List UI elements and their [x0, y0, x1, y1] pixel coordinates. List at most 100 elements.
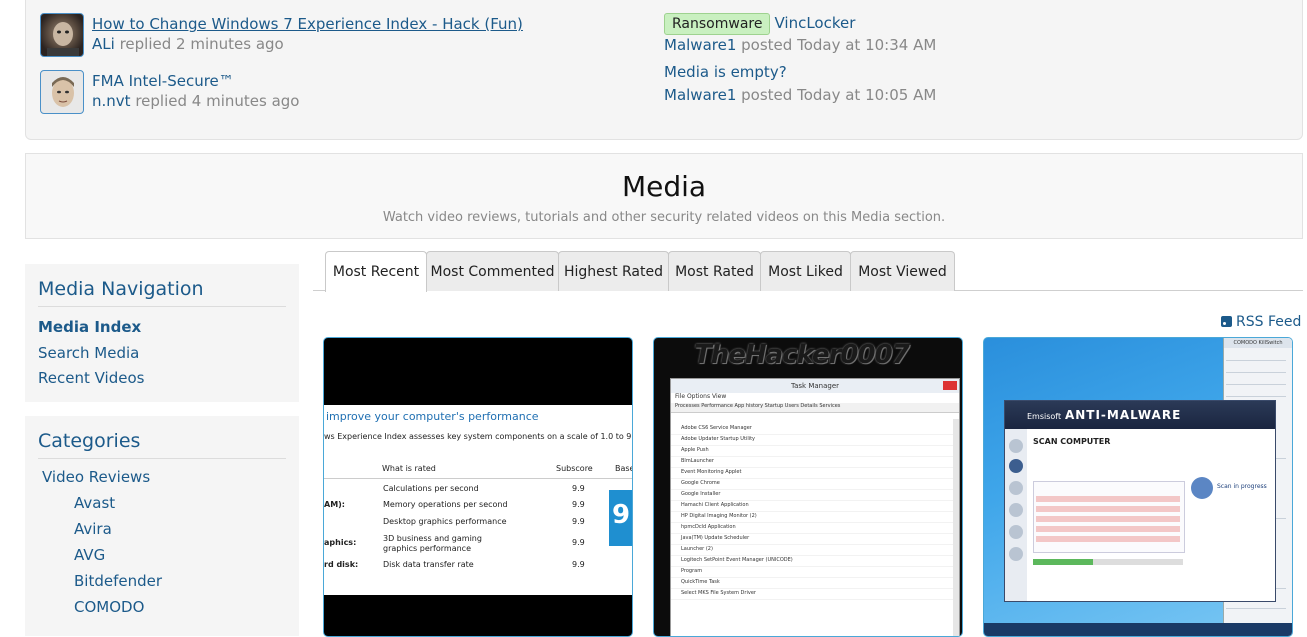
window-menubar: File Options View [675, 393, 727, 400]
window-tabs: Processes Performance App history Startu… [671, 403, 959, 413]
thumb-row-score: 9.9 [572, 517, 585, 526]
categories-list: Video Reviews Avast Avira AVG Bitdefende… [38, 464, 299, 620]
brand-label: Emsisoft [1027, 412, 1062, 421]
category-video-reviews[interactable]: Video Reviews [38, 464, 299, 490]
tab-most-liked[interactable]: Most Liked [760, 251, 851, 291]
category-avg[interactable]: AVG [38, 542, 299, 568]
thread-meta: n.nvt replied 4 minutes ago [92, 92, 300, 110]
thumb-row-score: 9.9 [572, 538, 585, 547]
product-label: ANTI-MALWARE [1064, 408, 1182, 422]
category-comodo[interactable]: COMODO [38, 594, 299, 620]
category-avast[interactable]: Avast [38, 490, 299, 516]
media-navigation-heading: Media Navigation [38, 264, 286, 307]
thread-title-link[interactable]: FMA Intel-Secure™ [92, 72, 234, 90]
scrollbar [953, 419, 959, 636]
thumb-row-rated: Desktop graphics performance [383, 517, 507, 526]
rss-feed-label: RSS Feed [1236, 314, 1302, 330]
side-navigation [1005, 429, 1027, 601]
media-navigation-list: Media Index Search Media Recent Videos [38, 315, 299, 392]
list-item-label: QuickTime Task [681, 579, 720, 585]
close-icon [943, 381, 957, 390]
thread-action: posted [741, 36, 793, 54]
list-item-label: BlmLauncher [681, 458, 714, 464]
task-manager-window: Task Manager File Options View Processes… [670, 378, 960, 636]
thumb-row-score: 9.9 [572, 560, 585, 569]
thumb-row-score: 9.9 [572, 484, 585, 493]
thread-action: replied [119, 35, 172, 53]
window-titlebar: Task Manager [671, 379, 959, 393]
list-item-label: Select MKS File System Driver [681, 590, 756, 596]
list-item-label: HP Digital Imaging Monitor (2) [681, 513, 757, 519]
tab-most-commented[interactable]: Most Commented [426, 251, 559, 291]
list-item-label: hpmcDcld Application [681, 524, 736, 530]
recent-post-item: Media is empty? Malware1 posted Today at… [664, 63, 1164, 107]
thread-user-link[interactable]: ALi [92, 35, 115, 53]
video-thumbnail[interactable]: TheHacker0007 Task Manager File Options … [653, 337, 963, 637]
tab-most-viewed[interactable]: Most Viewed [850, 251, 955, 291]
media-navigation-block: Media Navigation Media Index Search Medi… [25, 264, 299, 402]
thread-user-link[interactable]: Malware1 [664, 86, 736, 104]
scan-icon [1191, 477, 1213, 499]
thread-time: Today at 10:05 AM [797, 86, 937, 104]
media-sort-tabs: Most Recent Most Commented Highest Rated… [313, 251, 1303, 292]
list-item-label: Adobe Updater Startup Utility [681, 436, 756, 442]
list-item-label: Apple Push [681, 447, 709, 453]
nav-item-recent-videos[interactable]: Recent Videos [38, 366, 299, 392]
base-score-tile: 9. [609, 490, 632, 546]
tab-highest-rated[interactable]: Highest Rated [558, 251, 669, 291]
video-thumbnail[interactable]: COMODO KillSwitch Emsisoft ANTI-MALWARE … [983, 337, 1293, 637]
thread-title-link[interactable]: Media is empty? [664, 63, 787, 81]
avatar[interactable] [40, 70, 84, 114]
thread-time: 4 minutes ago [191, 92, 300, 110]
thumb-row-label: rd disk: [324, 560, 359, 569]
category-avira[interactable]: Avira [38, 516, 299, 542]
avatar[interactable] [40, 13, 84, 57]
list-item-label: Program [681, 568, 703, 574]
nav-item-media-index[interactable]: Media Index [38, 315, 299, 341]
scan-progress-bar [1033, 559, 1183, 565]
tab-most-rated[interactable]: Most Rated [668, 251, 761, 291]
window-title: Task Manager [790, 382, 839, 390]
recent-activity-panel: How to Change Windows 7 Experience Index… [25, 0, 1303, 140]
thumb-table-header-cell: Subscore [556, 464, 593, 473]
thumb-banner-text: TheHacker0007 [694, 340, 910, 370]
thumb-row-label: aphics: [324, 538, 357, 547]
rss-icon [1221, 316, 1232, 327]
list-item-label: Event Monitoring Applet [681, 469, 742, 475]
list-item-label: Google Installer [681, 491, 721, 497]
detection-table [1033, 481, 1185, 553]
rss-feed-link[interactable]: RSS Feed [1221, 314, 1301, 330]
thread-meta: Malware1 posted Today at 10:05 AM [664, 86, 1164, 104]
thumb-table-header-cell: What is rated [382, 464, 436, 473]
list-item-label: Logitech SetPoint Event Manager (UNICODE… [681, 557, 793, 563]
thread-time: Today at 10:34 AM [797, 36, 937, 54]
category-bitdefender[interactable]: Bitdefender [38, 568, 299, 594]
thumb-caption: improve your computer's performance [326, 410, 539, 423]
scan-status: Scan in progress [1217, 483, 1267, 490]
list-item-label: Google Chrome [681, 480, 720, 486]
taskbar [984, 623, 1292, 636]
thumb-row-rated: 3D business and gaming graphics performa… [383, 534, 482, 553]
list-item-label: Adobe CS6 Service Manager [681, 425, 752, 431]
thread-prefix-badge[interactable]: Ransomware [664, 13, 771, 35]
scan-heading: SCAN COMPUTER [1033, 437, 1111, 446]
tab-most-recent[interactable]: Most Recent [325, 251, 427, 292]
thread-action: replied [135, 92, 188, 110]
thread-user-link[interactable]: Malware1 [664, 36, 736, 54]
video-thumbnail[interactable]: improve your computer's performance ws E… [323, 337, 633, 637]
thumb-row-label: AM): [324, 500, 346, 509]
window-titlebar: COMODO KillSwitch [1224, 338, 1292, 348]
nav-item-search-media[interactable]: Search Media [38, 341, 299, 367]
categories-block: Categories Video Reviews Avast Avira AVG… [25, 416, 299, 636]
thumb-row-rated: Memory operations per second [383, 500, 508, 509]
recent-post-item: Ransomware VincLocker Malware1 posted Tod… [664, 13, 1164, 57]
thumb-table-header: What is rated Subscore Base [324, 460, 632, 479]
thread-meta: Malware1 posted Today at 10:34 AM [664, 36, 1164, 54]
avatar-image [47, 22, 79, 56]
thread-title-link[interactable]: VincLocker [774, 14, 855, 32]
thread-title-link[interactable]: How to Change Windows 7 Experience Index… [92, 15, 523, 33]
thumb-row-rated: Disk data transfer rate [383, 560, 474, 569]
thread-user-link[interactable]: n.nvt [92, 92, 131, 110]
thumb-row-score: 9.9 [572, 500, 585, 509]
thread-time: 2 minutes ago [176, 35, 284, 53]
